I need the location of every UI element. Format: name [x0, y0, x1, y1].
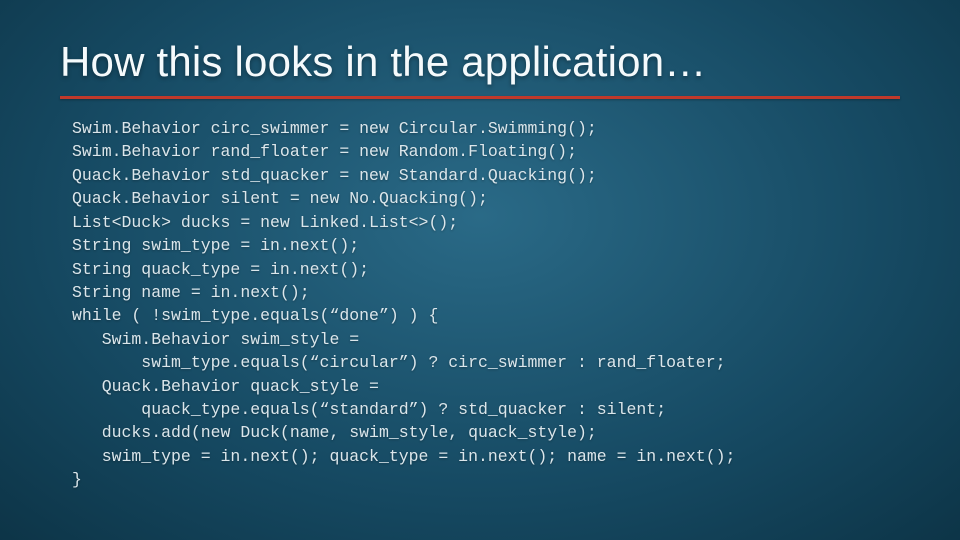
slide: How this looks in the application… Swim.…: [0, 0, 960, 540]
code-block: Swim.Behavior circ_swimmer = new Circula…: [60, 117, 900, 492]
slide-title: How this looks in the application…: [60, 38, 900, 86]
title-underline: [60, 96, 900, 99]
